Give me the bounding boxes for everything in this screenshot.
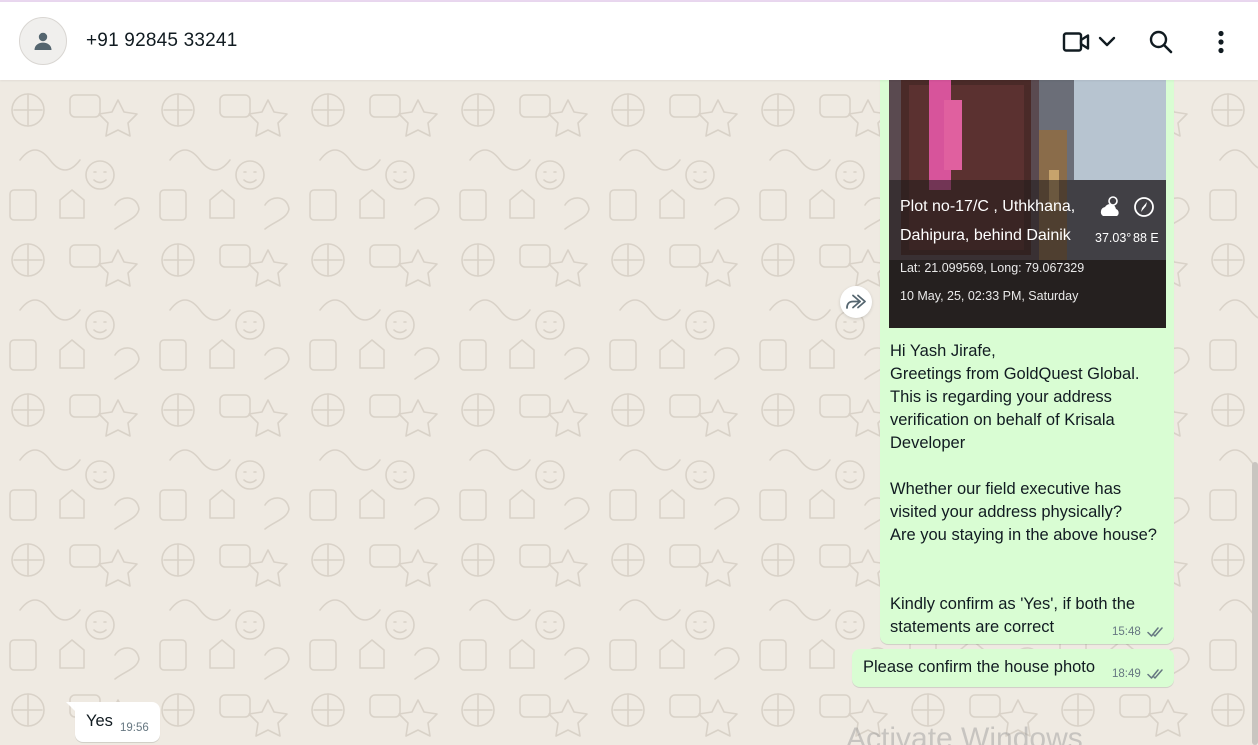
photo-temperature: 37.03° [1095,231,1132,245]
message-text: Hi Yash Jirafe, Greetings from GoldQuest… [890,342,1157,636]
photo-datetime: 10 May, 25, 02:33 PM, Saturday [900,289,1079,303]
message-time: 19:56 [120,722,149,734]
message-time: 18:49 [1112,668,1141,680]
double-check-icon [1147,669,1163,679]
message-time: 15:48 [1112,626,1141,638]
person-icon [34,32,52,50]
contact-name[interactable]: +91 92845 33241 [86,30,237,52]
double-check-icon [1147,627,1163,637]
avatar[interactable] [19,17,67,65]
photo-address-line2: Dahipura, behind Dainik [900,227,1071,244]
activate-windows-watermark: Activate Windows [846,722,1083,745]
message-text: Please confirm the house photo [863,658,1096,676]
search-button[interactable] [1147,28,1175,56]
photo-coordinates: Lat: 21.099569, Long: 79.067329 [900,261,1085,275]
forward-button[interactable] [840,286,872,318]
video-call-button[interactable] [1060,28,1120,56]
chevron-down-icon [1098,36,1116,47]
video-call-icon [1062,32,1090,52]
photo-address-line1: Plot no-17/C , Uthkhana, [900,198,1076,215]
menu-button[interactable] [1208,28,1234,56]
message-text: Yes [86,712,113,730]
photo-direction: 88 E [1133,231,1159,245]
compass-icon [1134,197,1154,217]
weather-icon [1100,196,1119,216]
forward-icon [846,294,866,309]
chat-header: +91 92845 33241 [0,2,1258,80]
search-icon [1149,30,1173,54]
more-vertical-icon [1218,30,1224,54]
scrollbar[interactable] [1252,462,1258,745]
house-photo[interactable]: Plot no-17/C , Uthkhana, Dahipura, behin… [889,80,1166,328]
